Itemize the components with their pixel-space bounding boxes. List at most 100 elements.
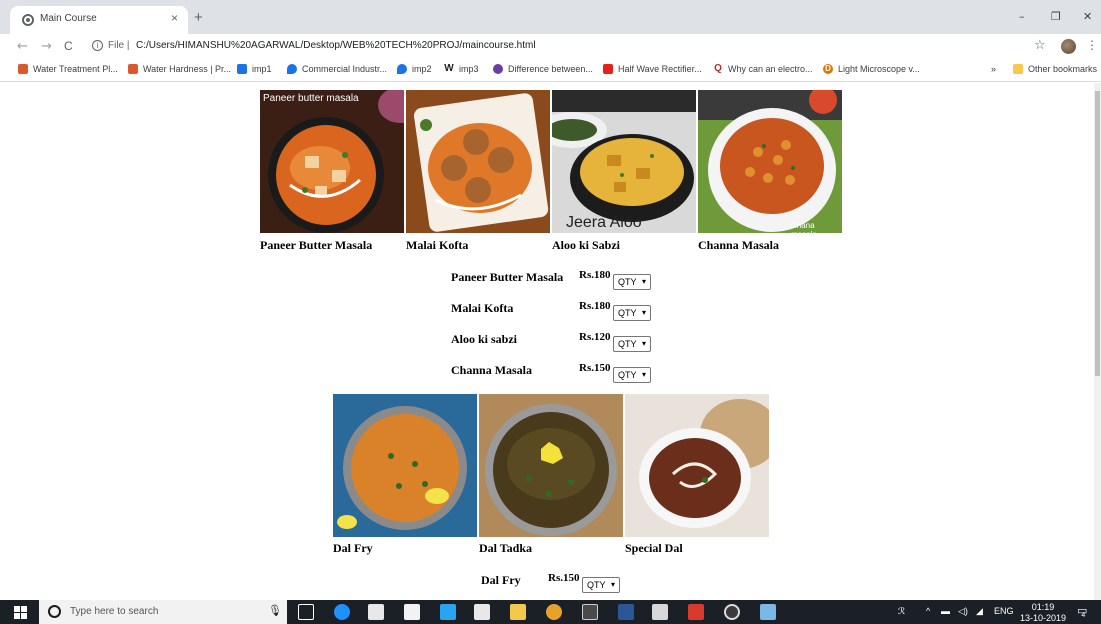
close-window-button[interactable]: ✕ (1083, 10, 1092, 23)
taskbar-search[interactable]: Type here to search 🎙 (39, 600, 287, 624)
windows-start-icon[interactable] (14, 606, 27, 619)
bookmark-item[interactable]: imp1 (237, 64, 272, 74)
other-bookmarks[interactable]: Other bookmarks (1013, 64, 1097, 74)
microphone-icon[interactable]: 🎙 (268, 604, 282, 617)
close-tab-button[interactable]: × (171, 11, 178, 25)
mail-icon[interactable] (474, 604, 490, 620)
bookmark-item[interactable]: imp2 (397, 64, 432, 74)
dish-name-dal-fry: Dal Fry (333, 541, 373, 555)
forward-icon[interactable]: → (41, 39, 52, 54)
file-explorer-icon[interactable] (510, 604, 526, 620)
drop-icon (397, 64, 407, 74)
paneer-butter-masala-image: Paneer butter masala (260, 90, 404, 233)
bookmarks-bar: Water Treatment Pl... Water Hardness | P… (0, 60, 1101, 82)
bookmark-item[interactable]: Water Hardness | Pr... (128, 64, 231, 74)
quora-icon: Q (713, 63, 723, 74)
settings-gear-icon[interactable] (724, 604, 740, 620)
store-icon[interactable] (368, 604, 384, 620)
dish-name-paneer-butter-masala: Paneer Butter Masala (260, 238, 373, 252)
notification-icon[interactable]: ▭4 (1077, 604, 1091, 619)
minimize-button[interactable]: – (1019, 10, 1025, 23)
app-icon[interactable] (760, 604, 776, 620)
order-item-name: Malai Kofta (451, 301, 514, 315)
notification-count: 4 (1081, 612, 1086, 619)
order-item-price: Rs.150 (579, 362, 611, 374)
tab-title: Main Course (40, 13, 97, 24)
image-caption: Chana masala (791, 221, 817, 233)
dropbox-icon[interactable] (404, 604, 420, 620)
bookmark-item[interactable]: Difference between... (493, 64, 593, 74)
circle-icon (493, 64, 503, 74)
dish-name-dal-tadka: Dal Tadka (479, 541, 533, 555)
clock-time: 01:19 (1031, 602, 1055, 612)
info-icon[interactable]: i (92, 40, 103, 51)
drive-icon (237, 64, 247, 74)
acrobat-icon[interactable] (688, 604, 704, 620)
chrome-icon[interactable] (546, 604, 562, 620)
image-caption: Jeera Aloo (566, 214, 642, 231)
bookmark-item[interactable]: Wimp3 (444, 64, 479, 74)
scroll-thumb[interactable] (1095, 91, 1100, 376)
dal-tadka-image (479, 394, 623, 537)
tray-chevron-icon[interactable]: ^ (926, 606, 930, 616)
word-icon[interactable] (618, 604, 634, 620)
dish-name-channa-masala: Channa Masala (698, 238, 780, 252)
aloo-ki-sabzi-image: Jeera Aloo (552, 90, 696, 233)
d-icon: D (823, 64, 833, 74)
battery-icon[interactable]: ▬ (941, 606, 950, 616)
new-tab-button[interactable]: + (194, 9, 203, 26)
page-scrollbar[interactable] (1094, 83, 1101, 600)
bookmark-item[interactable]: D Light Microscope v... (823, 64, 920, 74)
edge-icon[interactable] (334, 604, 350, 620)
qty-select[interactable]: QTY (613, 336, 651, 352)
restore-button[interactable]: ❐ (1051, 10, 1061, 23)
windows-taskbar: Type here to search 🎙 ℛ ^ ▬ ◁) ◢ ENG 01:… (0, 600, 1101, 624)
photos-icon[interactable] (652, 604, 668, 620)
tab-main-course[interactable]: Main Course × (10, 6, 188, 34)
dish-name-special-dal: Special Dal (625, 541, 683, 555)
address-bar[interactable]: C:/Users/HIMANSHU%20AGARWAL/Desktop/WEB%… (136, 40, 536, 51)
order-item-name: Paneer Butter Masala (451, 270, 564, 284)
address-toolbar: ← → C i File | C:/Users/HIMANSHU%20AGARW… (0, 34, 1101, 60)
volume-icon[interactable]: ◁) (958, 606, 968, 617)
channa-masala-image: Chana masala (698, 90, 842, 233)
taskbar-clock[interactable]: 01:19 13-10-2019 (1020, 602, 1066, 624)
special-dal-image (625, 394, 769, 537)
qty-select[interactable]: QTY (613, 274, 651, 290)
folder-icon (1013, 64, 1023, 74)
order-item-name: Channa Masala (451, 363, 533, 377)
bookmark-item[interactable]: Commercial Industr... (287, 64, 387, 74)
language-indicator[interactable]: ENG (994, 606, 1014, 616)
youtube-icon (603, 64, 613, 74)
reload-icon[interactable]: C (64, 39, 73, 53)
people-icon[interactable]: ℛ (898, 606, 905, 617)
profile-avatar[interactable] (1061, 39, 1076, 54)
wifi-icon[interactable]: ◢ (976, 606, 983, 617)
drop-icon (287, 64, 297, 74)
tab-strip: Main Course × + – ❐ ✕ (0, 0, 1101, 34)
search-placeholder: Type here to search (70, 606, 159, 617)
qty-select[interactable]: QTY (582, 577, 620, 593)
w-icon: W (444, 63, 454, 74)
clock-date: 13-10-2019 (1020, 613, 1067, 623)
qty-select[interactable]: QTY (613, 305, 651, 321)
cortana-icon (48, 605, 61, 618)
menu-dots-icon[interactable]: ⋮ (1086, 38, 1098, 52)
dal-fry-image (333, 394, 477, 537)
back-icon[interactable]: ← (17, 39, 28, 54)
image-caption: Paneer butter masala (263, 93, 359, 104)
order-item-price: Rs.180 (579, 300, 611, 312)
task-view-icon[interactable] (298, 604, 314, 620)
dish-name-malai-kofta: Malai Kofta (406, 238, 469, 252)
water-treatment-icon (18, 64, 28, 74)
bookmark-item[interactable]: Water Treatment Pl... (18, 64, 118, 74)
bookmark-star-icon[interactable]: ☆ (1034, 38, 1046, 53)
order-item-name: Dal Fry (481, 573, 521, 587)
bookmark-item[interactable]: Q Why can an electro... (713, 64, 813, 74)
qty-select[interactable]: QTY (613, 367, 651, 383)
order-item-price: Rs.150 (548, 572, 580, 584)
visual-studio-icon[interactable] (440, 604, 456, 620)
bookmarks-overflow[interactable]: » (991, 64, 996, 74)
bookmark-item[interactable]: Half Wave Rectifier... (603, 64, 702, 74)
terminal-icon[interactable] (582, 604, 598, 620)
